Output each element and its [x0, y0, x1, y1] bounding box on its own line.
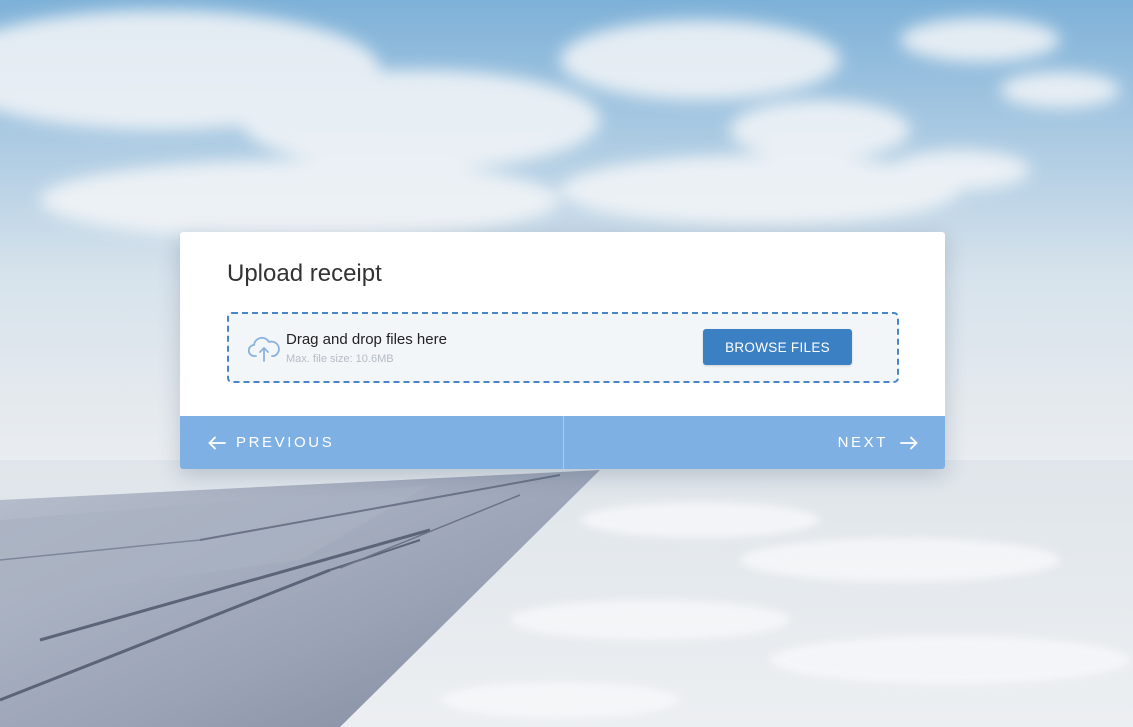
wizard-footer: PREVIOUS NEXT [180, 416, 945, 469]
file-size-limit: Max. file size: 10.6MB [286, 353, 394, 365]
next-label: NEXT [837, 434, 888, 451]
arrow-right-icon [900, 436, 918, 450]
cloud-upload-icon [247, 334, 280, 362]
previous-label: PREVIOUS [236, 434, 335, 451]
upload-dialog: Upload receipt Drag and drop files here … [180, 232, 945, 469]
dropzone-instruction: Drag and drop files here [286, 331, 447, 348]
arrow-left-icon [208, 436, 226, 450]
browse-files-button[interactable]: BROWSE FILES [703, 329, 852, 365]
previous-button[interactable]: PREVIOUS [180, 416, 563, 469]
next-button[interactable]: NEXT [564, 416, 946, 469]
file-dropzone[interactable]: Drag and drop files here Max. file size:… [227, 312, 899, 383]
dialog-title: Upload receipt [227, 260, 382, 287]
